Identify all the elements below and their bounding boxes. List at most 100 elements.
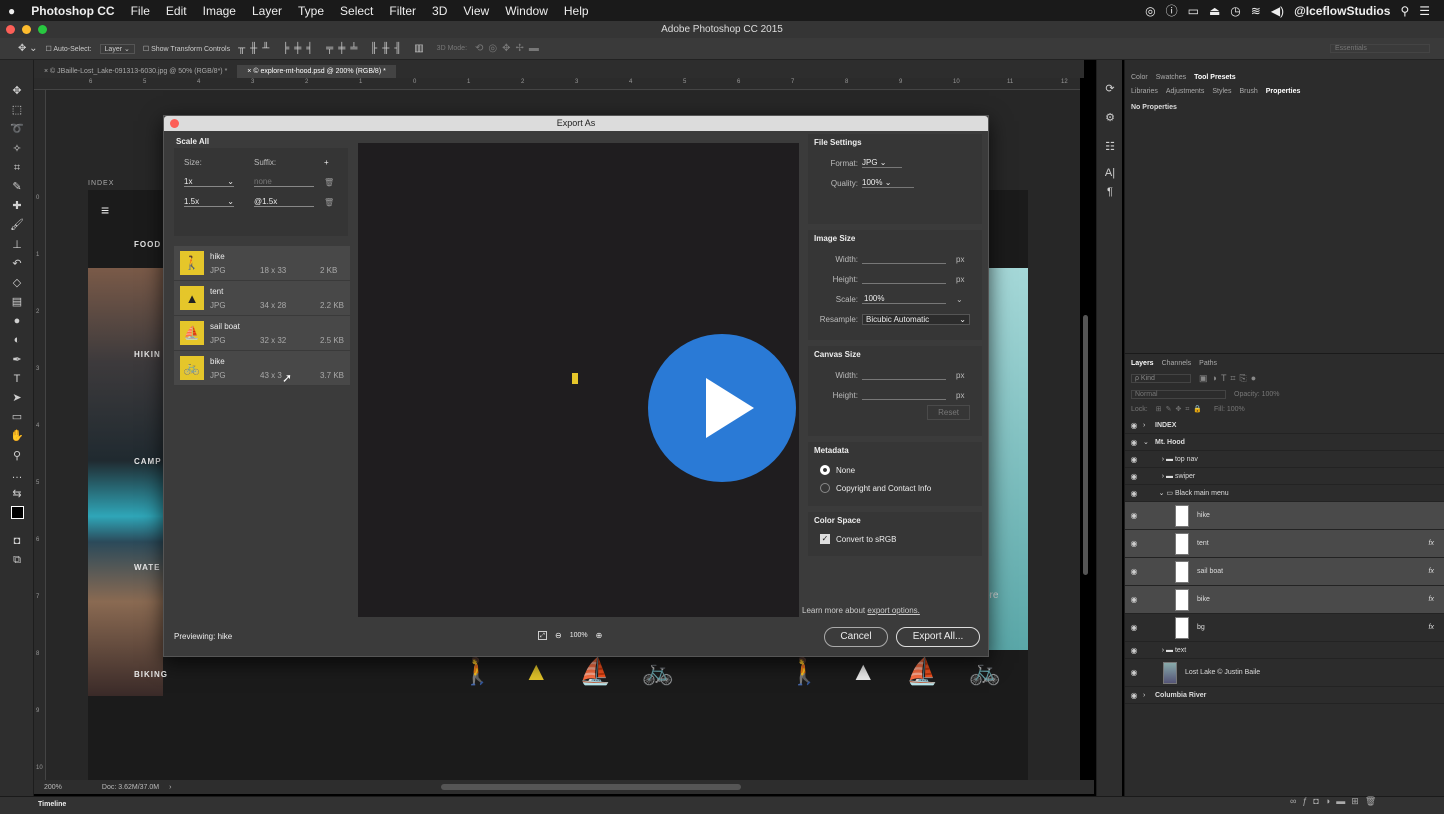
tab-brush[interactable]: Brush — [1239, 88, 1257, 95]
path-selection-tool-icon[interactable]: ➤ — [0, 389, 34, 408]
layer-row[interactable]: ◉ tent fx — [1125, 530, 1444, 558]
layer-row[interactable]: ◉ › ▬ text — [1125, 642, 1444, 659]
tab-explore-mt-hood[interactable]: × © explore-mt-hood.psd @ 200% (RGB/8) * — [237, 65, 396, 78]
menu-image[interactable]: Image — [195, 4, 244, 18]
menu-help[interactable]: Help — [556, 4, 597, 18]
info-icon[interactable]: ⓘ — [1166, 2, 1178, 19]
default-colors-icon[interactable]: ⇆ — [0, 485, 34, 504]
menu-edit[interactable]: Edit — [158, 4, 195, 18]
auto-select-checkbox[interactable]: ☐ Auto-Select: — [46, 45, 92, 53]
auto-select-dropdown[interactable]: Layer ⌄ — [99, 43, 135, 54]
layer-fx-icon[interactable]: fx — [1429, 596, 1444, 603]
menu-type[interactable]: Type — [290, 4, 332, 18]
tab-lost-lake[interactable]: × © JBaille-Lost_Lake-091313-6030.jpg @ … — [34, 65, 237, 78]
layer-fx-icon[interactable]: fx — [1429, 568, 1444, 575]
workspace-dropdown[interactable]: Essentials — [1330, 44, 1430, 53]
convert-srgb-checkbox[interactable]: ✓ — [820, 534, 830, 544]
visibility-eye-icon[interactable]: ◉ — [1125, 455, 1143, 464]
apple-icon[interactable]: ● — [0, 4, 23, 18]
crop-tool-icon[interactable]: ⌗ — [0, 159, 34, 178]
gradient-tool-icon[interactable]: ▤ — [0, 293, 34, 312]
menu-filter[interactable]: Filter — [381, 4, 424, 18]
layer-row[interactable]: ◉ ⌄ ▭ Black main menu — [1125, 485, 1444, 502]
clone-stamp-tool-icon[interactable]: ⊥ — [0, 236, 34, 255]
canvas-width-input[interactable] — [862, 370, 946, 380]
delete-scale-icon[interactable]: 🗑 — [324, 198, 334, 207]
lasso-tool-icon[interactable]: ➰ — [0, 120, 34, 139]
video-play-button[interactable] — [648, 334, 796, 482]
minimize-window-button[interactable] — [22, 25, 31, 34]
tab-channels[interactable]: Channels — [1162, 360, 1192, 367]
show-transform-checkbox[interactable]: ☐ Show Transform Controls — [143, 45, 230, 53]
screen-mode-icon[interactable]: ⧉ — [0, 551, 34, 570]
tab-properties[interactable]: Properties — [1266, 88, 1301, 95]
layer-fx-icon[interactable]: fx — [1429, 624, 1444, 631]
doc-size[interactable]: Doc: 3.62M/37.0M — [102, 784, 159, 791]
export-options-link[interactable]: export options. — [867, 606, 919, 615]
paragraph-panel-icon[interactable]: ¶ — [1097, 183, 1123, 202]
format-dropdown[interactable]: JPG ⌄ — [862, 158, 902, 168]
eraser-tool-icon[interactable]: ◇ — [0, 274, 34, 293]
visibility-eye-icon[interactable]: ◉ — [1125, 489, 1143, 498]
scale-size-dropdown[interactable]: 1.5x ⌄ — [184, 197, 234, 207]
history-panel-icon[interactable]: ⟳ — [1097, 80, 1123, 99]
quick-mask-icon[interactable]: ◘ — [0, 532, 34, 551]
pen-tool-icon[interactable]: ✒ — [0, 351, 34, 370]
resample-dropdown[interactable]: Bicubic Automatic ⌄ — [862, 313, 970, 325]
layers-footer-icons[interactable]: ∞ƒ◘◑▬⊞🗑 — [1290, 796, 1382, 807]
menu-select[interactable]: Select — [332, 4, 381, 18]
zoom-level[interactable]: 200% — [44, 784, 62, 791]
visibility-eye-icon[interactable]: ◉ — [1125, 595, 1143, 604]
eyedropper-tool-icon[interactable]: ✎ — [0, 178, 34, 197]
menu-window[interactable]: Window — [497, 4, 556, 18]
blur-tool-icon[interactable]: ● — [0, 312, 34, 331]
layer-filter-kind[interactable]: ρ Kind — [1131, 374, 1191, 383]
image-height-input[interactable] — [862, 274, 946, 284]
visibility-eye-icon[interactable]: ◉ — [1125, 511, 1143, 520]
properties-panel-icon[interactable]: ⚙ — [1097, 109, 1123, 128]
status-arrow-icon[interactable]: › — [169, 784, 171, 791]
tab-color[interactable]: Color — [1131, 74, 1148, 81]
align-buttons[interactable]: ╥╫╨ ╞╪╡ ╤╪╧ ╟╫╢ ▥ — [238, 43, 429, 54]
foreground-background-color-icon[interactable] — [0, 504, 34, 532]
layer-row[interactable]: ◉ › ▬ swiper — [1125, 468, 1444, 485]
visibility-eye-icon[interactable]: ◉ — [1125, 539, 1143, 548]
move-tool-icon[interactable]: ✥ — [0, 82, 34, 101]
zoom-tool-icon[interactable]: ⚲ — [0, 447, 34, 466]
brush-tool-icon[interactable]: 🖌 — [0, 216, 34, 235]
type-tool-icon[interactable]: T — [0, 370, 34, 389]
close-window-button[interactable] — [6, 25, 15, 34]
volume-icon[interactable]: ◀) — [1271, 4, 1284, 18]
history-brush-tool-icon[interactable]: ↶ — [0, 255, 34, 274]
asset-item-sail-boat[interactable]: ⛵ sail boat JPG 32 x 32 2.5 KB — [174, 316, 350, 351]
dodge-tool-icon[interactable]: ◐ — [0, 331, 34, 350]
time-machine-icon[interactable]: ◷ — [1230, 4, 1240, 18]
menu-layer[interactable]: Layer — [244, 4, 290, 18]
canvas-height-input[interactable] — [862, 390, 946, 400]
menu-view[interactable]: View — [455, 4, 497, 18]
tab-swatches[interactable]: Swatches — [1156, 74, 1186, 81]
visibility-eye-icon[interactable]: ◉ — [1125, 623, 1143, 632]
image-width-input[interactable] — [862, 254, 946, 264]
zoom-in-icon[interactable]: ⊕ — [596, 631, 603, 640]
cancel-button[interactable]: Cancel — [824, 627, 888, 647]
layer-row[interactable]: ◉ › Columbia River — [1125, 687, 1444, 704]
lock-icons[interactable]: ⊞✎✥⌗🔒 — [1156, 405, 1206, 414]
suffix-input[interactable]: @1.5x — [254, 197, 314, 207]
visibility-eye-icon[interactable]: ◉ — [1125, 472, 1143, 481]
dialog-close-button[interactable] — [170, 119, 179, 128]
layer-row[interactable]: ◉ ⌄ Mt. Hood — [1125, 434, 1444, 451]
notifications-icon[interactable]: ☰ — [1419, 4, 1430, 18]
scale-dropdown[interactable]: 100% — [862, 294, 946, 304]
visibility-eye-icon[interactable]: ◉ — [1125, 646, 1143, 655]
marquee-tool-icon[interactable]: ⬚ — [0, 101, 34, 120]
character-panel-icon[interactable]: A| — [1097, 164, 1123, 183]
timeline-panel-tab[interactable]: Timeline — [0, 796, 1444, 814]
suffix-input[interactable]: none — [254, 177, 314, 187]
tab-layers[interactable]: Layers — [1131, 360, 1154, 367]
visibility-eye-icon[interactable]: ◉ — [1125, 668, 1143, 677]
metadata-copyright-radio[interactable] — [820, 483, 830, 493]
asset-item-bike[interactable]: 🚲 bike JPG 43 x 3 3.7 KB — [174, 351, 350, 386]
cc-icon[interactable]: ◎ — [1145, 4, 1155, 18]
asset-item-tent[interactable]: ▲ tent JPG 34 x 28 2.2 KB — [174, 281, 350, 316]
